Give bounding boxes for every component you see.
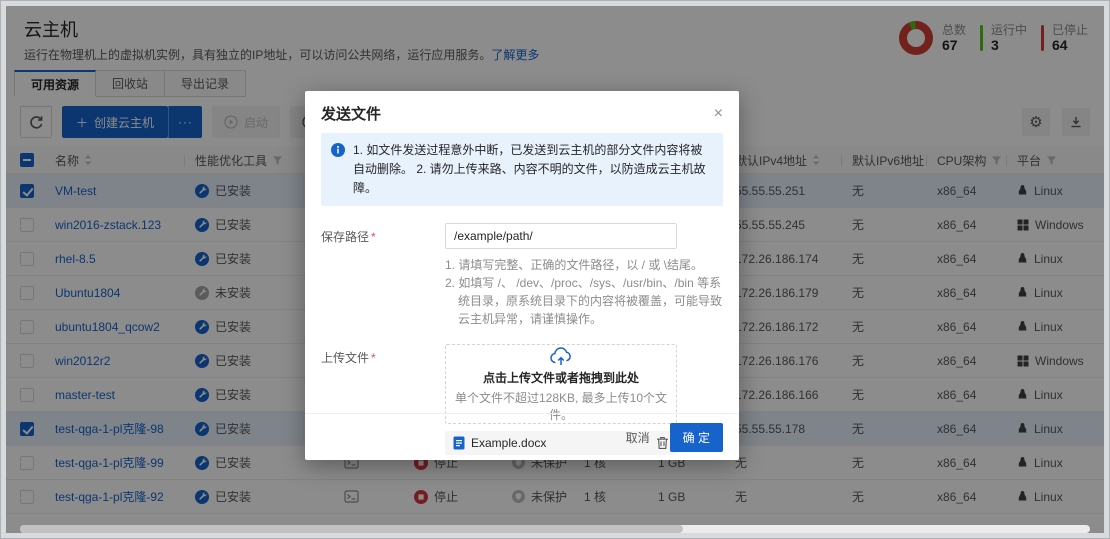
upload-dropzone[interactable]: 点击上传文件或者拖拽到此处 单个文件不超过128KB, 最多上传10个文件。	[445, 344, 677, 424]
info-alert: 1. 如文件发送过程意外中断，已发送到云主机的部分文件内容将被自动删除。 2. …	[321, 133, 723, 206]
save-path-help: 1. 请填写完整、正确的文件路径，以 / 或 \结尾。 2. 如填写 /、 /d…	[445, 256, 727, 328]
info-icon	[331, 143, 345, 157]
dialog-header: 发送文件 ×	[305, 91, 739, 133]
dropzone-title: 点击上传文件或者拖拽到此处	[483, 369, 639, 386]
cancel-button[interactable]: 取消	[626, 429, 650, 446]
save-path-row: 保存路径* 1. 请填写完整、正确的文件路径，以 / 或 \结尾。 2. 如填写…	[321, 223, 723, 328]
dialog-footer: 取消 确 定	[305, 413, 739, 460]
info-alert-text: 1. 如文件发送过程意外中断，已发送到云主机的部分文件内容将被自动删除。 2. …	[353, 141, 713, 198]
save-path-input[interactable]	[445, 223, 677, 249]
required-asterisk: *	[371, 230, 376, 244]
scrollbar-thumb[interactable]	[20, 525, 683, 533]
cloud-upload-icon	[549, 346, 573, 366]
vm-list-page: 云主机 运行在物理机上的虚拟机实例，具有独立的IP地址，可以访问公共网络，运行应…	[0, 0, 1110, 539]
close-icon[interactable]: ×	[714, 106, 723, 122]
required-asterisk: *	[371, 351, 376, 365]
dialog-title: 发送文件	[321, 103, 381, 124]
save-path-label: 保存路径*	[321, 223, 445, 328]
send-file-dialog: 发送文件 × 1. 如文件发送过程意外中断，已发送到云主机的部分文件内容将被自动…	[305, 91, 739, 460]
confirm-button[interactable]: 确 定	[670, 423, 723, 452]
horizontal-scrollbar[interactable]	[20, 525, 1090, 533]
